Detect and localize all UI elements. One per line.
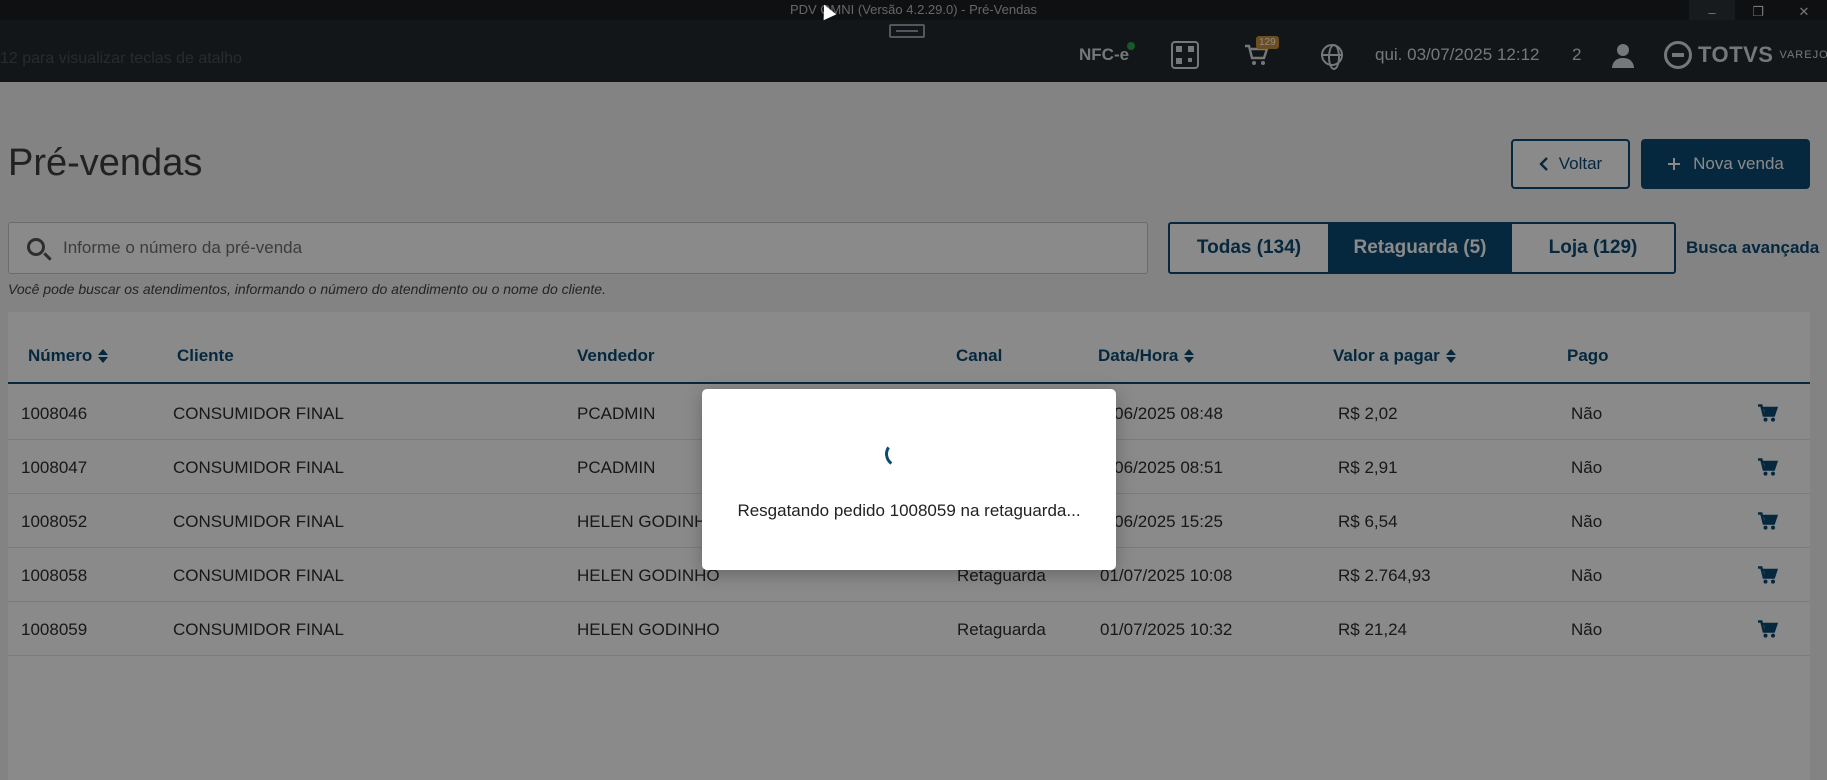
loading-message: Resgatando pedido 1008059 na retaguarda.… (737, 501, 1081, 520)
loading-dialog (702, 389, 1116, 570)
